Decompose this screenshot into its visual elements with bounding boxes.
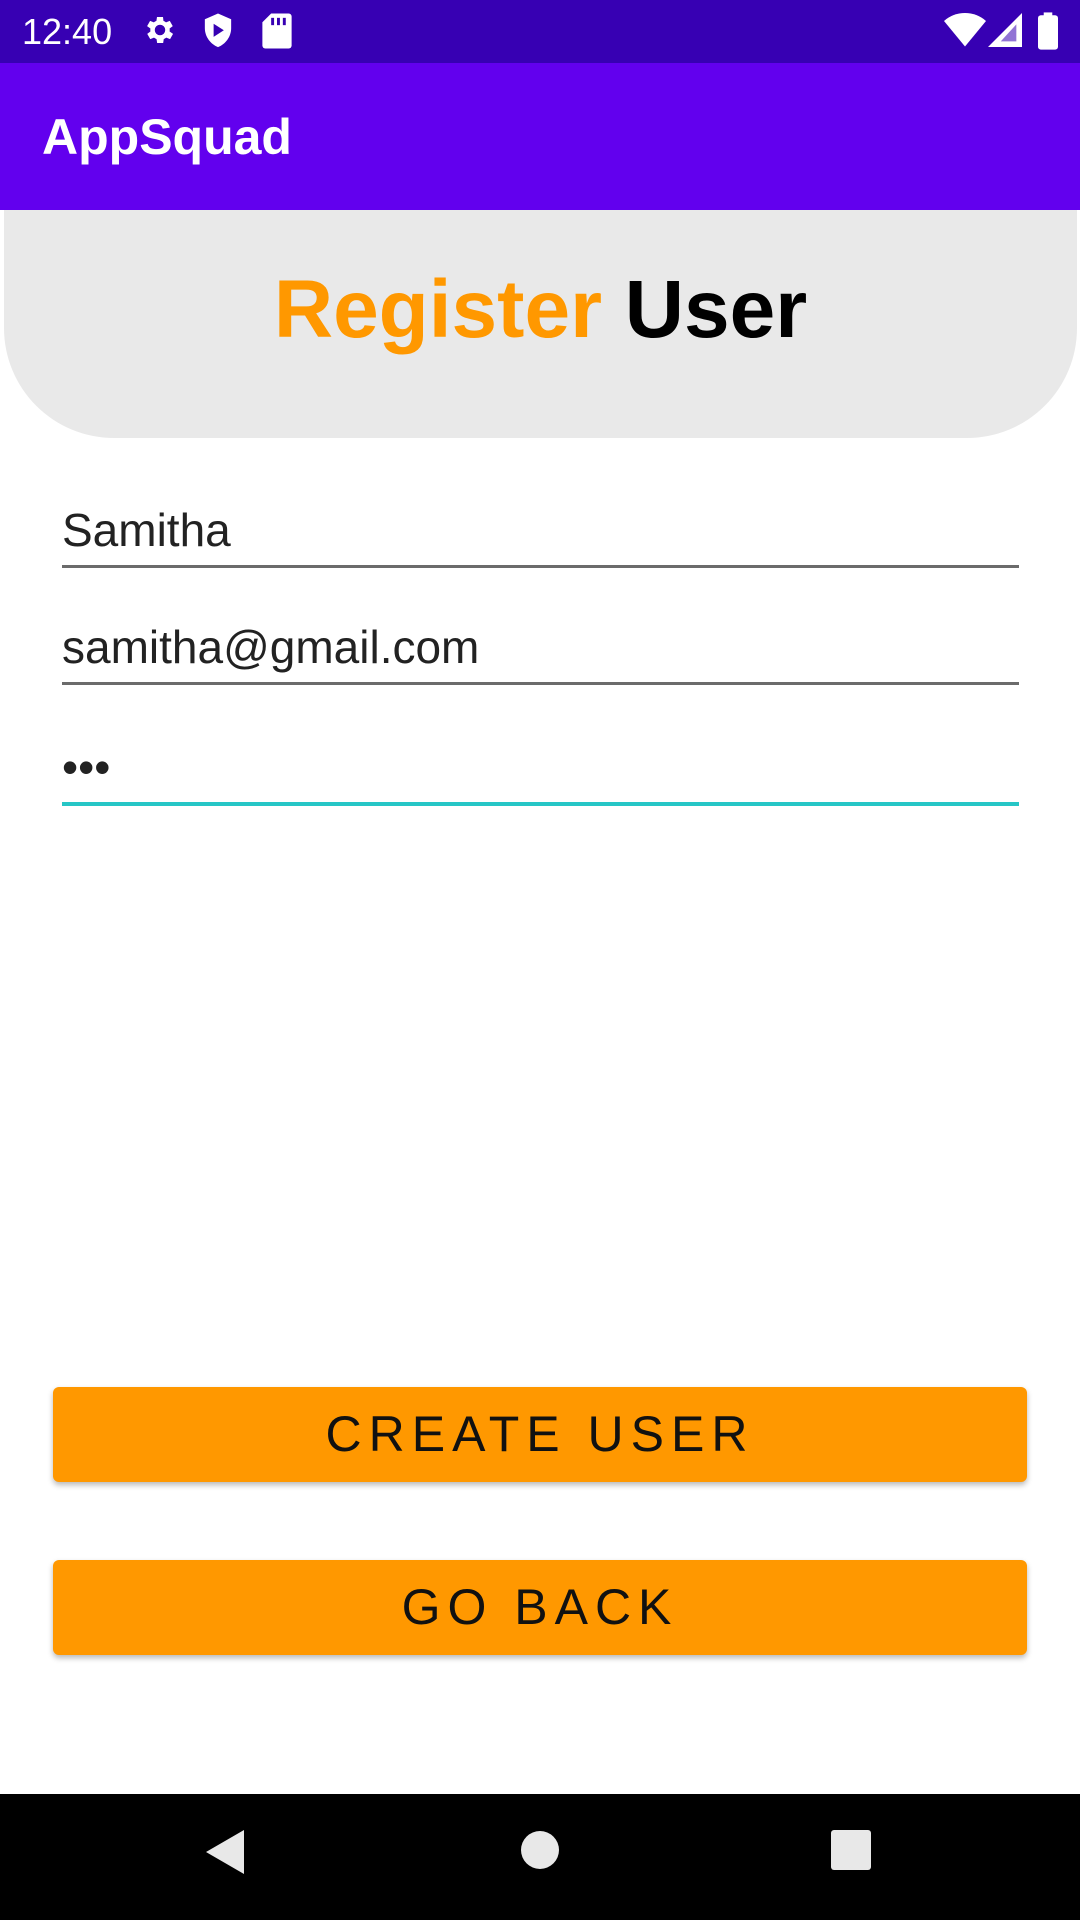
status-time: 12:40	[22, 11, 113, 52]
page-title-rest: User	[624, 264, 808, 355]
password-field[interactable]: •••	[62, 732, 1019, 806]
header-card: Register User	[4, 210, 1077, 438]
name-field-value: Samitha	[62, 504, 231, 556]
email-field-value: samitha@gmail.com	[62, 621, 480, 673]
app-bar: AppSquad	[0, 63, 1080, 210]
back-icon[interactable]	[204, 1828, 246, 1881]
page-title-accent: Register	[273, 264, 602, 355]
battery-icon	[1038, 12, 1058, 55]
page-title: Register User	[4, 260, 1077, 360]
home-icon[interactable]	[520, 1830, 560, 1875]
shield-icon	[200, 12, 236, 55]
recents-icon[interactable]	[831, 1830, 871, 1875]
password-field-value: •••	[62, 741, 111, 793]
name-field[interactable]: Samitha	[62, 495, 1019, 568]
sd-card-icon	[262, 12, 292, 55]
signal-icon	[988, 12, 1022, 53]
wifi-icon	[944, 12, 986, 53]
app-title: AppSquad	[42, 109, 292, 165]
create-user-button[interactable]: CREATE USER	[53, 1387, 1027, 1482]
navigation-bar	[0, 1794, 1080, 1920]
go-back-button[interactable]: GO BACK	[53, 1560, 1027, 1655]
status-bar: 12:40	[0, 0, 1080, 63]
email-field[interactable]: samitha@gmail.com	[62, 612, 1019, 685]
gear-icon	[142, 12, 178, 53]
